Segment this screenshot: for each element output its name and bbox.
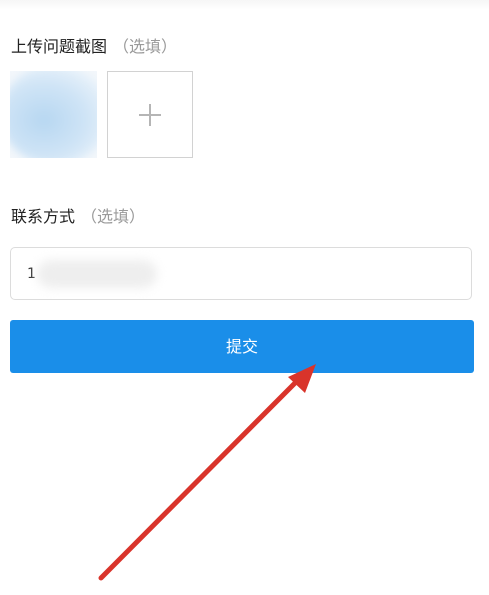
annotation-arrow: [98, 364, 316, 581]
arrow-shaft: [98, 375, 303, 581]
